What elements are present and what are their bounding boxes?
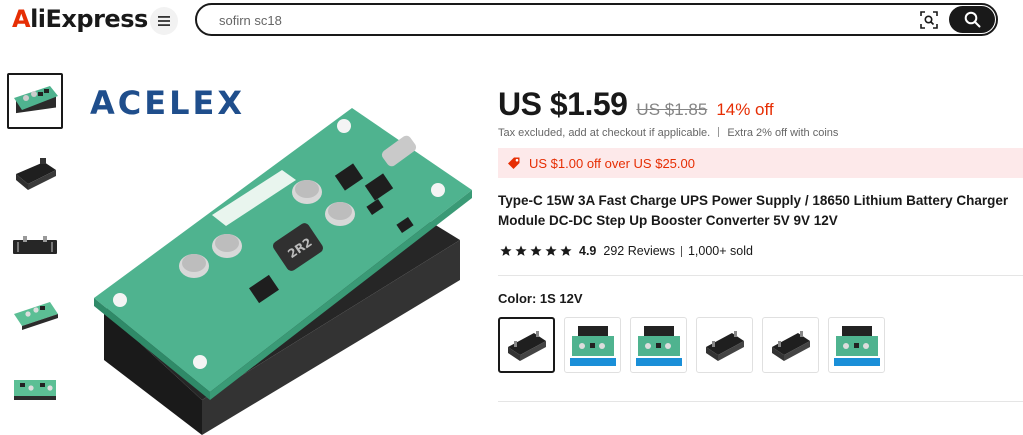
divider bbox=[498, 401, 1023, 402]
battery-holder-image bbox=[705, 331, 744, 361]
menu-icon bbox=[158, 16, 170, 26]
battery-holder-image bbox=[507, 331, 546, 361]
discount-badge: 14% off bbox=[716, 100, 774, 119]
star-icon bbox=[560, 245, 572, 256]
search-input[interactable] bbox=[219, 11, 819, 29]
coupon-banner[interactable]: US $1.00 off over US $25.00 bbox=[498, 148, 1023, 178]
header: AliExpress bbox=[0, 0, 1023, 40]
battery-holder-image bbox=[13, 236, 57, 254]
color-option-4[interactable] bbox=[696, 317, 753, 373]
pcb-board-image bbox=[833, 326, 880, 366]
rating-score: 4.9 bbox=[579, 244, 597, 258]
thumbnail-4[interactable] bbox=[7, 289, 63, 345]
pcb-board-image bbox=[14, 302, 58, 330]
main-product-image[interactable]: ACELEX 2R2 bbox=[82, 70, 482, 435]
pcb-board-image: ACELEX 2R2 bbox=[90, 84, 472, 435]
brand-text: ACELEX bbox=[90, 84, 245, 122]
color-option-2[interactable] bbox=[564, 317, 621, 373]
star-icon bbox=[530, 245, 542, 256]
coins-note[interactable]: Extra 2% off with coins bbox=[727, 127, 838, 139]
thumbnail-1[interactable] bbox=[7, 73, 63, 129]
reviews-link[interactable]: 292 Reviews bbox=[603, 244, 675, 258]
pcb-board-image bbox=[569, 326, 616, 366]
divider bbox=[498, 275, 1023, 276]
price-row: US $1.59 US $1.85 14% off bbox=[498, 86, 774, 123]
color-option-3[interactable] bbox=[630, 317, 687, 373]
selected-color: 1S 12V bbox=[539, 291, 583, 306]
color-label: Color: 1S 12V bbox=[498, 291, 583, 306]
camera-search-button[interactable] bbox=[918, 10, 940, 30]
tax-note-text: Tax excluded, add at checkout if applica… bbox=[498, 127, 711, 139]
star-icon bbox=[515, 245, 527, 256]
star-rating bbox=[500, 245, 572, 257]
rating-row: 4.9 292 Reviews 1,000+ sold bbox=[500, 244, 753, 258]
pcb-board-image bbox=[14, 86, 58, 114]
pcb-board-image bbox=[14, 380, 56, 400]
search-bar bbox=[195, 3, 998, 36]
tax-note: Tax excluded, add at checkout if applica… bbox=[498, 127, 838, 139]
sold-count: 1,000+ sold bbox=[687, 244, 753, 258]
thumbnail-2[interactable] bbox=[7, 145, 63, 201]
color-option-5[interactable] bbox=[762, 317, 819, 373]
product-title: Type-C 15W 3A Fast Charge UPS Power Supp… bbox=[498, 193, 1009, 228]
menu-button[interactable] bbox=[150, 7, 178, 35]
divider bbox=[718, 127, 720, 137]
search-button[interactable] bbox=[949, 6, 995, 33]
color-option-6[interactable] bbox=[828, 317, 885, 373]
search-icon bbox=[964, 11, 980, 28]
thumbnail-3[interactable] bbox=[7, 217, 63, 273]
tag-icon bbox=[508, 157, 520, 169]
camera-search-icon bbox=[920, 11, 938, 29]
original-price: US $1.85 bbox=[636, 100, 708, 119]
divider bbox=[680, 245, 682, 257]
color-option-1[interactable] bbox=[498, 317, 555, 373]
thumbnail-list bbox=[7, 73, 63, 433]
color-label-text: Color: bbox=[498, 291, 537, 306]
coupon-text: US $1.00 off over US $25.00 bbox=[529, 156, 695, 171]
color-options bbox=[498, 317, 885, 373]
pcb-board-image bbox=[635, 326, 682, 366]
thumbnail-5[interactable] bbox=[7, 361, 63, 417]
battery-holder-image bbox=[771, 331, 810, 361]
current-price: US $1.59 bbox=[498, 86, 628, 122]
star-icon bbox=[545, 245, 557, 256]
star-icon bbox=[500, 245, 512, 256]
battery-holder-image bbox=[16, 158, 56, 190]
aliexpress-logo[interactable]: AliExpress bbox=[12, 5, 148, 33]
